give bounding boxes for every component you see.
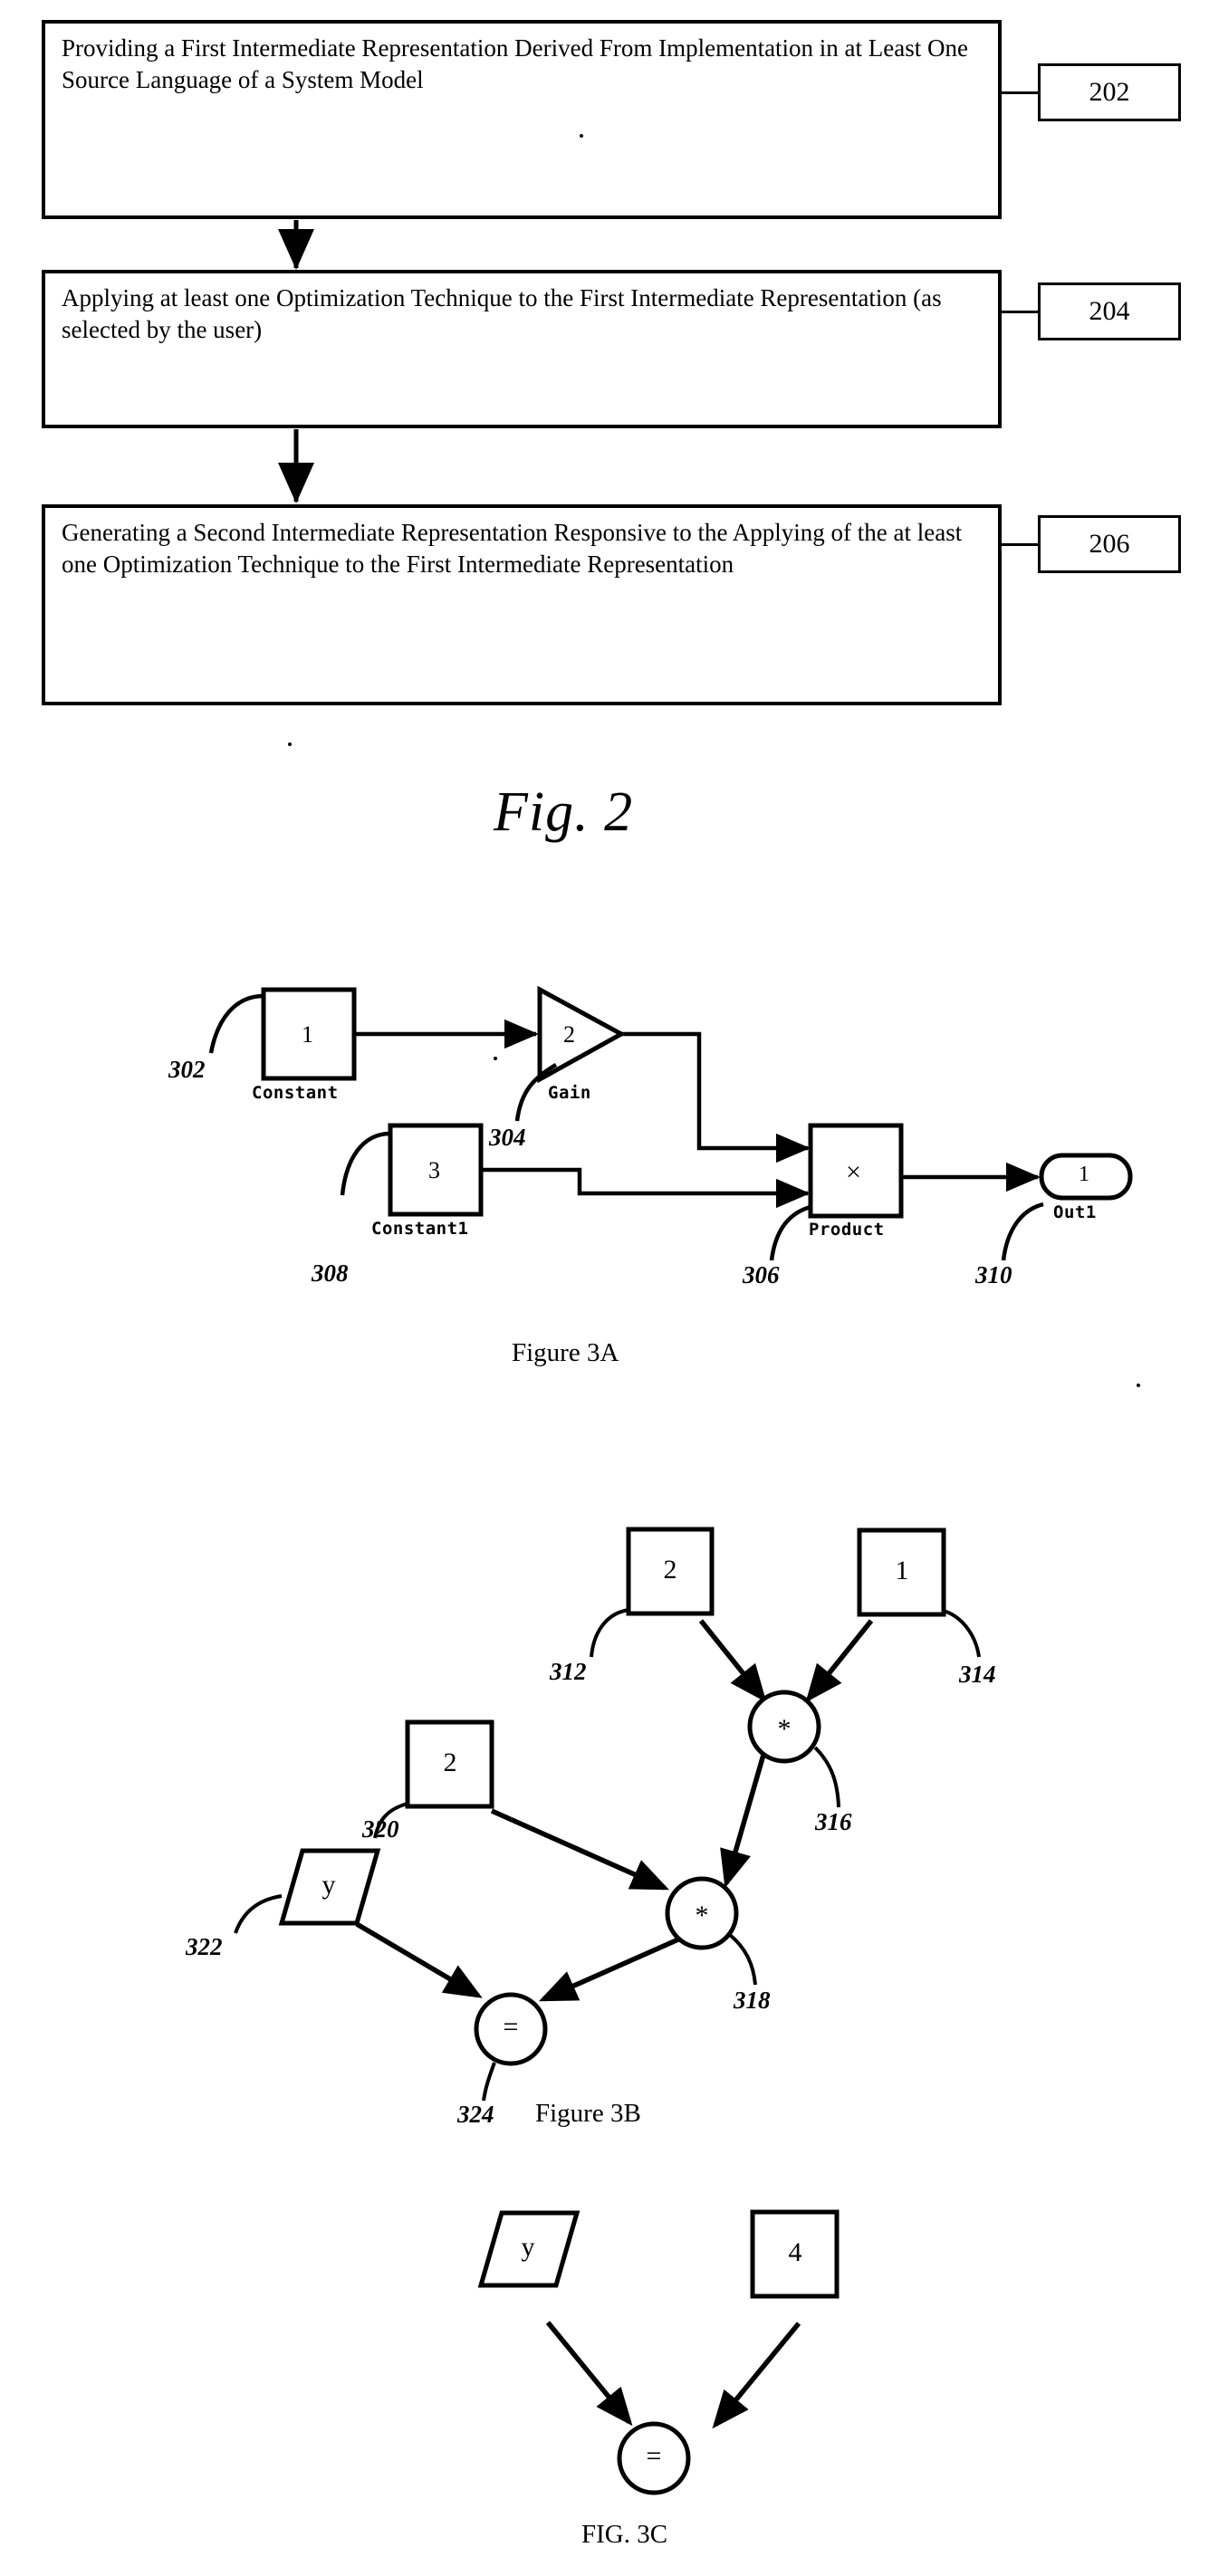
figure-sheet: Providing a First Intermediate Represent… (0, 0, 1209, 2576)
fig3c-graphics (477, 2209, 840, 2495)
fig3c-edge-vary-to-assign (545, 2321, 633, 2427)
fig3c-caption: FIG. 3C (581, 2520, 668, 2549)
fig3c-vary-value: y (521, 2232, 535, 2262)
fig3c-edge-const4-to-assign (712, 2322, 801, 2429)
fig3c-assign-value: = (646, 2441, 662, 2471)
fig3c-const4-value: 4 (788, 2237, 802, 2267)
